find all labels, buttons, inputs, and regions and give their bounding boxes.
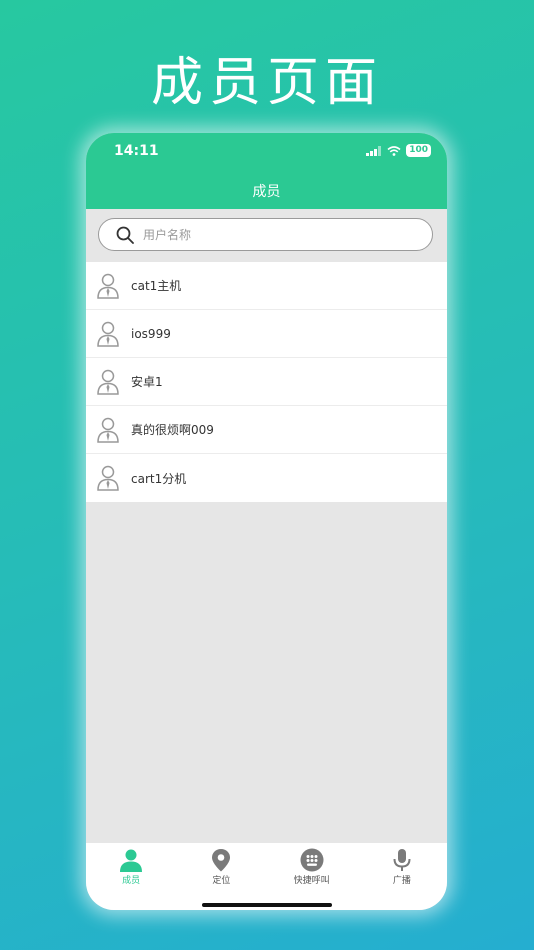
page-title: 成员 (252, 184, 281, 200)
tab-broadcast[interactable]: 广播 (357, 843, 447, 910)
app-header: 14:11 100 成员 (86, 133, 447, 209)
search-bar[interactable] (98, 218, 433, 251)
search-icon (116, 226, 134, 244)
microphone-icon (393, 849, 411, 871)
user-avatar-icon (97, 321, 119, 347)
search-input[interactable] (143, 219, 413, 250)
member-name: 真的很烦啊009 (131, 423, 214, 437)
tab-label: 成员 (122, 876, 141, 886)
list-item[interactable]: 安卓1 (86, 358, 447, 406)
tab-bar: 成员 定位 快捷呼叫 广播 (86, 843, 447, 910)
battery-badge: 100 (406, 144, 431, 157)
status-icons: 100 (366, 144, 431, 157)
status-time: 14:11 (114, 143, 159, 159)
keypad-icon (300, 848, 324, 872)
tab-label: 快捷呼叫 (293, 876, 330, 886)
user-avatar-icon (97, 465, 119, 491)
promo-title: 成员页面 (150, 53, 383, 113)
list-item[interactable]: cat1主机 (86, 262, 447, 310)
member-name: cat1主机 (131, 279, 182, 293)
list-item[interactable]: 真的很烦啊009 (86, 406, 447, 454)
tab-label: 广播 (392, 876, 411, 886)
tab-members[interactable]: 成员 (86, 843, 176, 910)
user-avatar-icon (97, 369, 119, 395)
user-avatar-icon (97, 273, 119, 299)
person-icon (120, 849, 143, 872)
home-indicator (202, 903, 332, 907)
member-name: ios999 (131, 326, 171, 341)
phone-screen: 14:11 100 成员 用户名称 cat1主机 ios999 安卓1 真的很烦… (86, 133, 447, 910)
tab-location[interactable]: 定位 (176, 843, 266, 910)
member-name: 安卓1 (131, 375, 163, 389)
member-list: cat1主机 ios999 安卓1 真的很烦啊009 cart1分机 (86, 262, 447, 502)
member-name: cart1分机 (131, 471, 187, 486)
tab-quick-call[interactable]: 快捷呼叫 (267, 843, 357, 910)
list-item[interactable]: cart1分机 (86, 454, 447, 502)
list-item[interactable]: ios999 (86, 310, 447, 358)
wifi-icon (387, 145, 401, 156)
user-avatar-icon (97, 417, 119, 443)
location-pin-icon (212, 849, 231, 872)
tab-label: 定位 (212, 876, 231, 886)
signal-icon (366, 145, 382, 156)
